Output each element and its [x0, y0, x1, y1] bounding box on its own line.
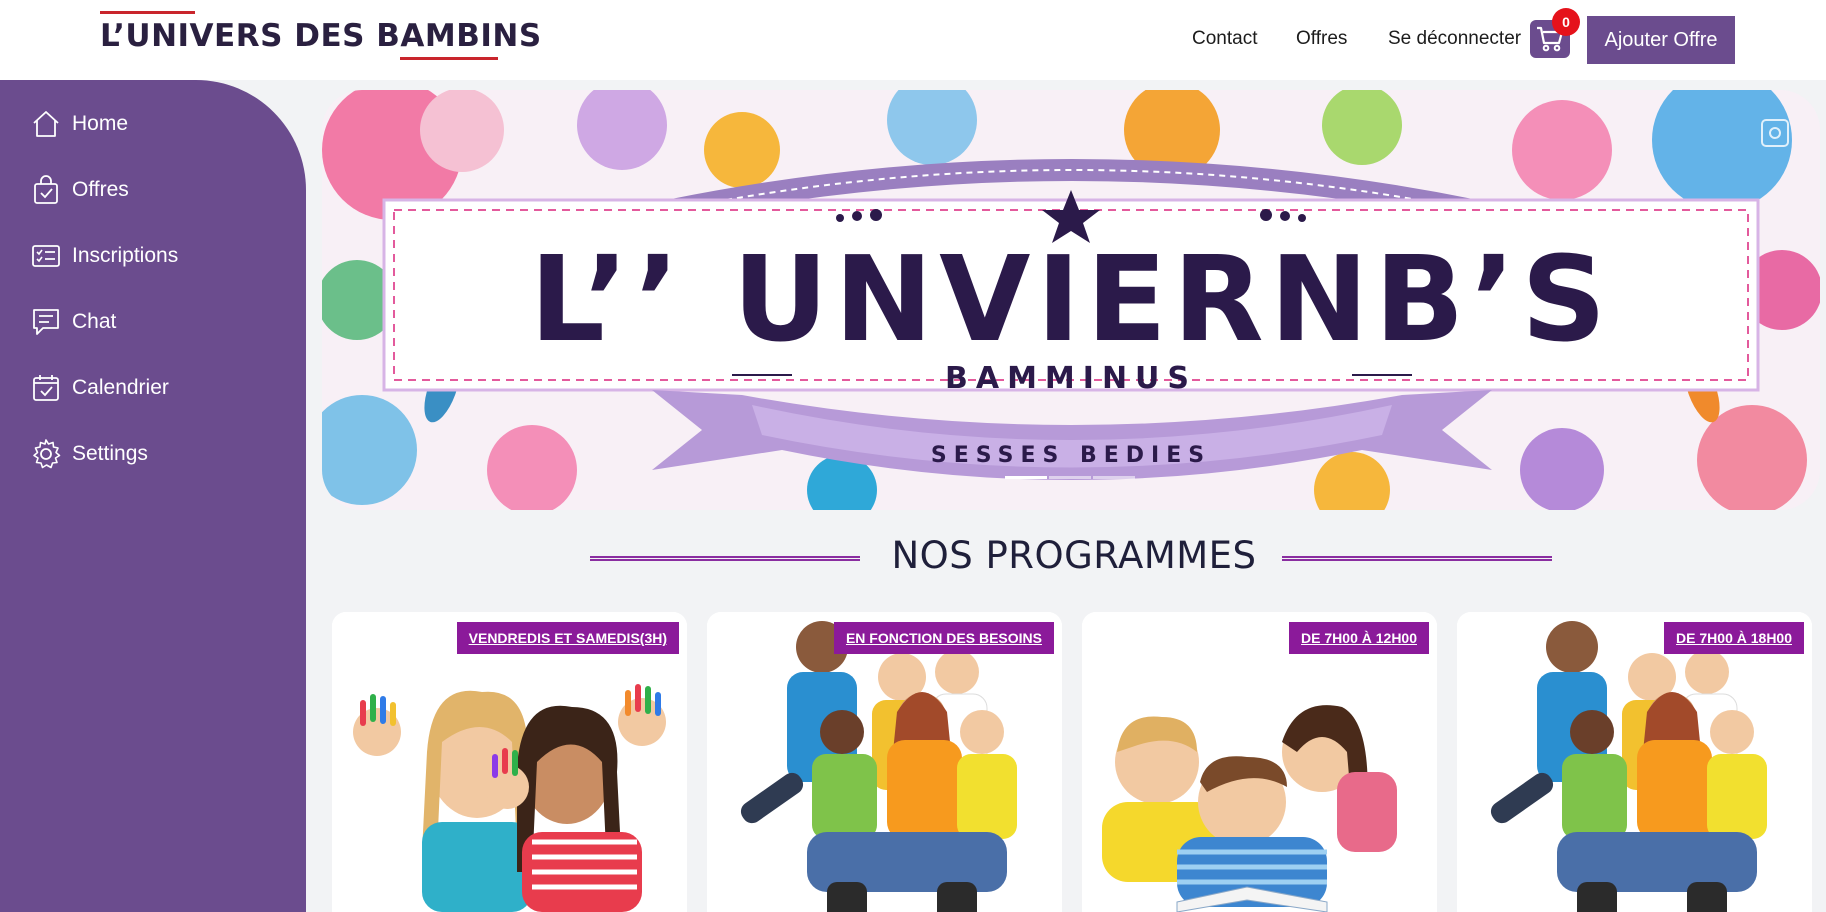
children-group-photo — [707, 612, 1062, 912]
program-card[interactable]: DE 7H00 À 18H00 — [1457, 612, 1812, 912]
sidebar-item-label: Chat — [72, 310, 117, 333]
gear-icon — [30, 438, 62, 470]
hero-banner[interactable]: L’’ UNVIERNB’S BAMMINUS SESSES BEDIES — [322, 90, 1820, 510]
sidebar-item-calendrier[interactable]: Calendrier — [30, 372, 169, 404]
sidebar-item-label: Settings — [72, 442, 148, 465]
program-card[interactable]: VENDREDIS ET SAMEDIS(3H) — [332, 612, 687, 912]
chat-icon — [30, 306, 62, 338]
program-card[interactable]: DE 7H00 À 12H00 — [1082, 612, 1437, 912]
sidebar-item-label: Inscriptions — [72, 244, 179, 267]
carousel-indicators — [1005, 476, 1135, 479]
program-schedule-tag[interactable]: VENDREDIS ET SAMEDIS(3H) — [456, 622, 679, 654]
carousel-dot[interactable] — [1049, 476, 1091, 479]
cart-count-badge: 0 — [1552, 8, 1580, 36]
add-offer-button[interactable]: Ajouter Offre — [1587, 16, 1735, 64]
nav-offres-link[interactable]: Offres — [1296, 28, 1347, 50]
sidebar-item-inscriptions[interactable]: Inscriptions — [30, 240, 178, 272]
carousel-dot[interactable] — [1093, 476, 1135, 479]
program-card[interactable]: EN FONCTION DES BESOINS — [707, 612, 1062, 912]
children-photo — [332, 612, 687, 912]
home-icon — [30, 108, 62, 140]
nav-logout-link[interactable]: Se déconnecter — [1388, 28, 1521, 50]
banner-subtitle: BAMMINUS — [945, 361, 1197, 396]
sidebar-item-chat[interactable]: Chat — [30, 306, 116, 338]
sidebar-item-label: Calendrier — [72, 376, 169, 399]
program-schedule-tag[interactable]: DE 7H00 À 12H00 — [1289, 622, 1429, 654]
section-header: NOS PROGRAMMES — [0, 534, 1826, 577]
carousel-dot[interactable] — [1005, 476, 1047, 479]
banner-ribbon-text: SESSES BEDIES — [931, 443, 1211, 468]
sidebar-item-settings[interactable]: Settings — [30, 438, 148, 470]
sidebar-item-label: Offres — [72, 178, 129, 201]
top-bar: L’UNIVERS DES BAMBINS Contact Offres Se … — [0, 0, 1826, 80]
sidebar-item-offres[interactable]: Offres — [30, 174, 129, 206]
shopping-bag-icon — [30, 174, 62, 206]
calendar-icon — [30, 372, 62, 404]
program-schedule-tag[interactable]: DE 7H00 À 18H00 — [1664, 622, 1804, 654]
nav-contact-link[interactable]: Contact — [1192, 28, 1257, 50]
logo-accent-line — [400, 57, 498, 60]
hero-illustration: L’’ UNVIERNB’S BAMMINUS SESSES BEDIES — [322, 90, 1820, 510]
children-group-photo — [1457, 612, 1812, 912]
program-schedule-tag[interactable]: EN FONCTION DES BESOINS — [833, 622, 1054, 654]
sidebar-item-home[interactable]: Home — [30, 108, 128, 140]
sidebar-item-label: Home — [72, 112, 129, 135]
checklist-icon — [30, 240, 62, 272]
site-logo[interactable]: L’UNIVERS DES BAMBINS — [100, 18, 542, 54]
children-reading-photo — [1082, 612, 1437, 912]
section-title: NOS PROGRAMMES — [891, 534, 1257, 577]
sidebar: Home Offres Inscriptions Chat Calendrier… — [0, 80, 306, 912]
banner-title: L’’ UNVIERNB’S — [530, 230, 1613, 368]
logo-accent-line — [100, 11, 195, 14]
